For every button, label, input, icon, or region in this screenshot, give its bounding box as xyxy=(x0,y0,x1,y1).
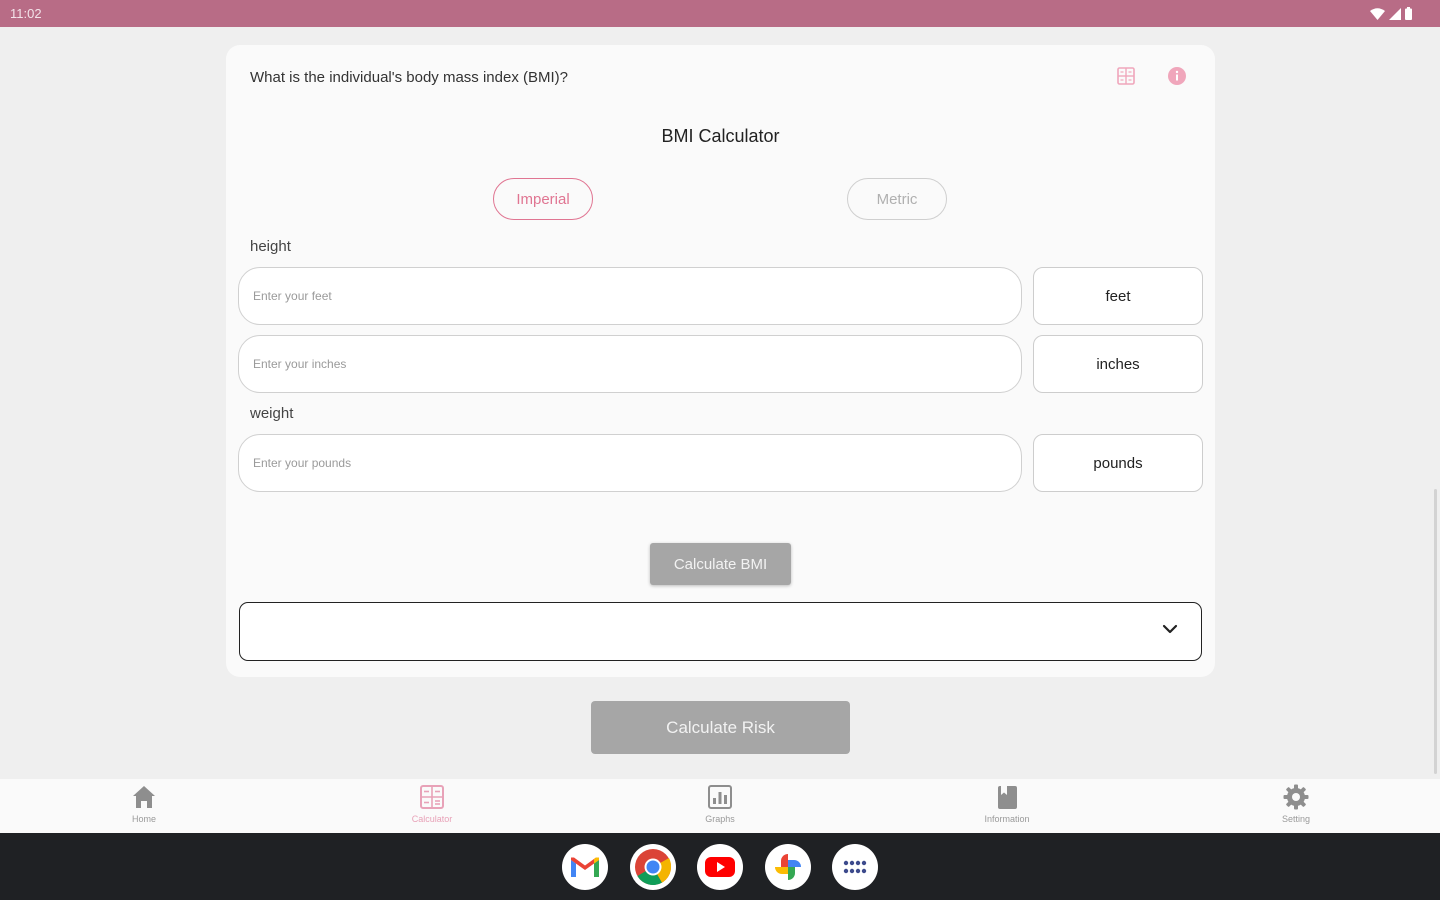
inches-input[interactable]: Enter your inches xyxy=(238,335,1022,393)
nav-graphs[interactable]: Graphs xyxy=(660,781,780,831)
nav-home[interactable]: Home xyxy=(84,781,204,831)
nav-graphs-label: Graphs xyxy=(705,814,735,824)
youtube-app-icon[interactable] xyxy=(697,844,743,890)
nav-home-label: Home xyxy=(131,814,156,824)
question-text: What is the individual's body mass index… xyxy=(250,69,568,86)
calculate-bmi-button[interactable]: Calculate BMI xyxy=(650,543,791,585)
inches-unit-button[interactable]: inches xyxy=(1033,335,1203,393)
scrollbar[interactable] xyxy=(1434,489,1437,774)
nav-calculator-label: Calculator xyxy=(411,814,453,824)
battery-icon xyxy=(1405,7,1412,20)
taskbar xyxy=(0,833,1440,900)
calculator-icon xyxy=(420,785,444,809)
app-drawer-icon[interactable] xyxy=(832,844,878,890)
wifi-icon xyxy=(1370,7,1385,20)
pounds-input[interactable]: Enter your pounds xyxy=(238,434,1022,492)
chrome-app-icon[interactable] xyxy=(630,844,676,890)
feet-placeholder: Enter your feet xyxy=(253,289,332,303)
metric-toggle-button[interactable]: Metric xyxy=(847,178,947,220)
info-icon[interactable] xyxy=(1167,66,1187,86)
gear-icon xyxy=(1283,784,1309,810)
imperial-toggle-button[interactable]: Imperial xyxy=(493,178,593,220)
nav-information-label: Information xyxy=(984,814,1030,824)
calculate-risk-button[interactable]: Calculate Risk xyxy=(591,701,850,754)
feet-unit-button[interactable]: feet xyxy=(1033,267,1203,325)
status-bar: 11:02 xyxy=(0,0,1440,27)
gmail-app-icon[interactable] xyxy=(562,844,608,890)
nav-information[interactable]: Information xyxy=(947,781,1067,831)
home-icon xyxy=(133,786,155,808)
status-time: 11:02 xyxy=(10,6,42,21)
chevron-down-icon xyxy=(1162,624,1178,634)
bottom-navigation: Home Calculator Graphs Information Setti… xyxy=(0,779,1440,833)
calculator-icon[interactable] xyxy=(1116,66,1136,86)
status-icons xyxy=(1370,7,1412,20)
pounds-placeholder: Enter your pounds xyxy=(253,456,352,470)
signal-icon xyxy=(1389,7,1401,20)
feet-input[interactable]: Enter your feet xyxy=(238,267,1022,325)
bmi-category-dropdown[interactable] xyxy=(239,602,1202,661)
bmi-question-card: What is the individual's body mass index… xyxy=(226,45,1215,677)
nav-calculator[interactable]: Calculator xyxy=(372,781,492,831)
weight-label: weight xyxy=(250,405,294,422)
nav-setting-label: Setting xyxy=(1281,814,1311,824)
nav-setting[interactable]: Setting xyxy=(1236,781,1356,831)
pounds-unit-button[interactable]: pounds xyxy=(1033,434,1203,492)
inches-placeholder: Enter your inches xyxy=(253,357,347,371)
graph-icon xyxy=(708,785,732,809)
photos-app-icon[interactable] xyxy=(765,844,811,890)
book-icon xyxy=(998,786,1017,809)
calculator-title: BMI Calculator xyxy=(661,126,780,146)
main-content[interactable]: What is the individual's body mass index… xyxy=(0,27,1440,779)
height-label: height xyxy=(250,238,291,255)
